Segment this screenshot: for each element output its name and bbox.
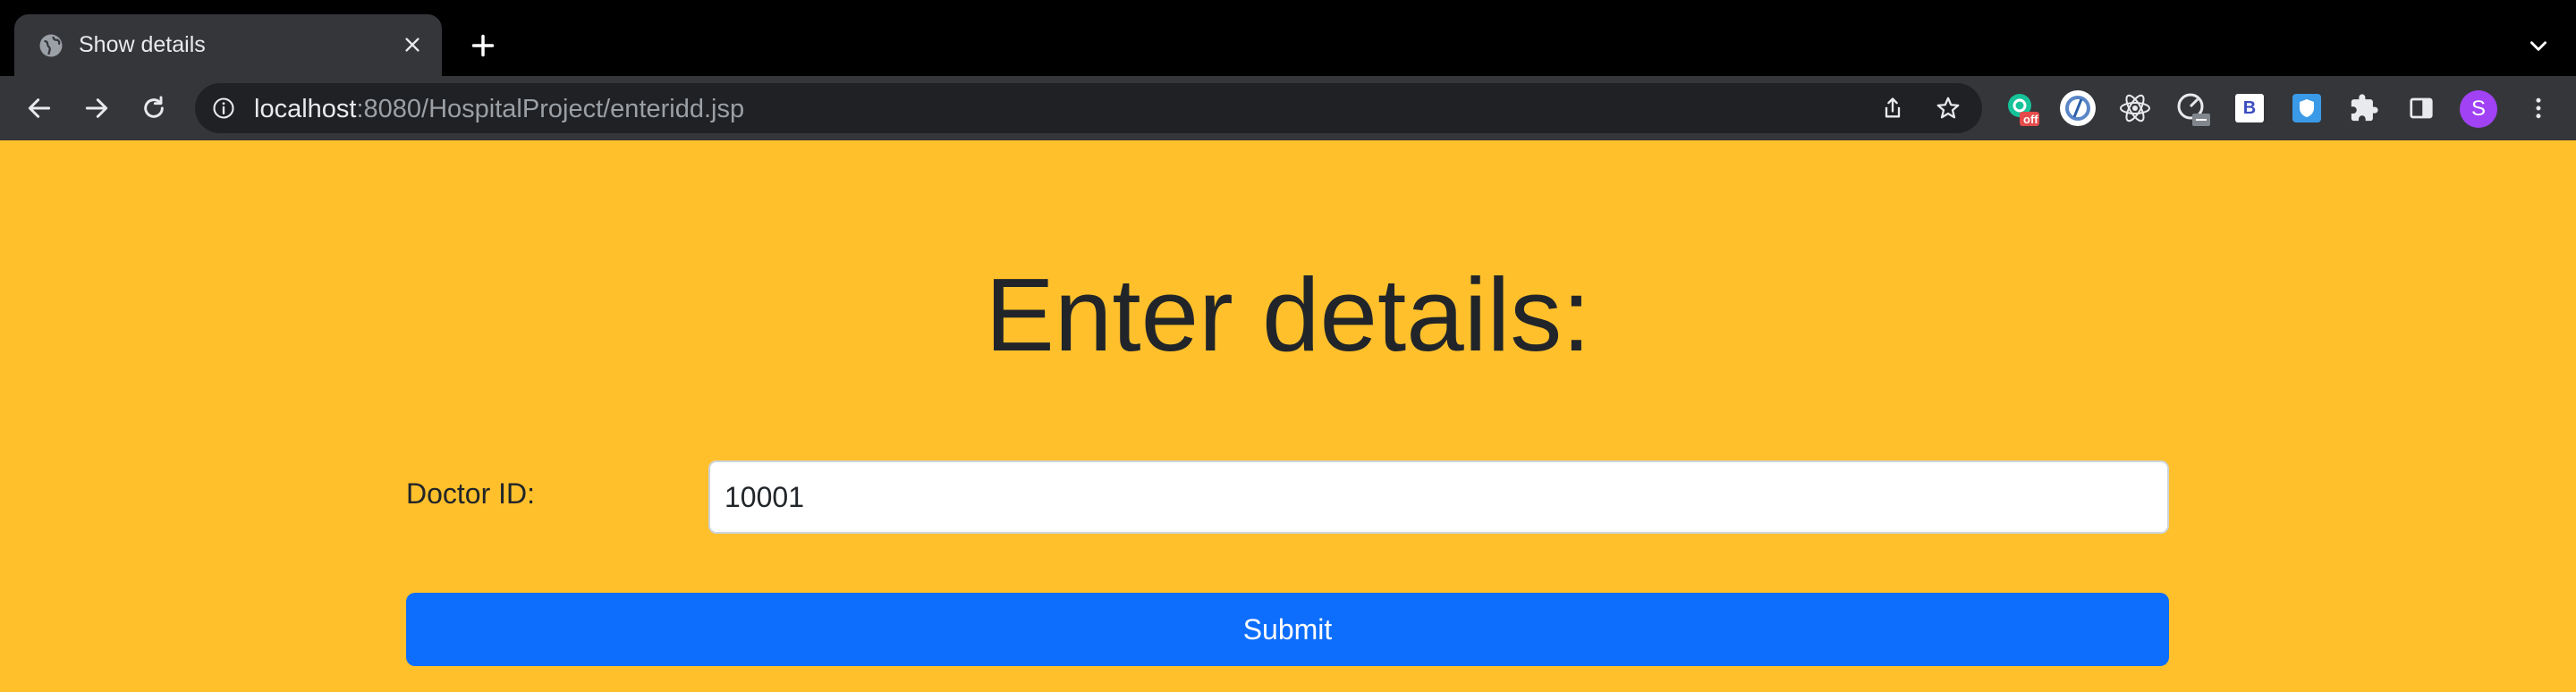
bookmark-star-icon[interactable] xyxy=(1934,94,1962,122)
side-panel-icon[interactable] xyxy=(2402,89,2441,128)
page-title: Enter details: xyxy=(985,257,1591,373)
back-icon[interactable] xyxy=(21,90,57,126)
doctor-id-label: Doctor ID: xyxy=(406,477,536,510)
reload-icon[interactable] xyxy=(136,90,172,126)
tab-title: Show details xyxy=(79,32,206,57)
close-tab-icon[interactable] xyxy=(397,30,428,60)
grammarly-off-badge: off xyxy=(2023,113,2038,126)
browser-toolbar: localhost:8080/HospitalProject/enteridd.… xyxy=(0,76,2576,140)
url-path: :8080/HospitalProject/enteridd.jsp xyxy=(356,95,745,123)
react-devtools-icon[interactable] xyxy=(2115,89,2155,128)
lighthouse-extension-icon[interactable] xyxy=(2173,89,2212,128)
tab-strip: Show details xyxy=(0,0,2576,76)
info-icon[interactable] xyxy=(211,96,236,121)
new-tab-icon[interactable] xyxy=(465,28,501,63)
globe-icon xyxy=(39,34,63,57)
forward-icon[interactable] xyxy=(79,90,114,126)
puzzle-extensions-icon[interactable] xyxy=(2344,89,2384,128)
b-extension-label: B xyxy=(2235,94,2264,122)
shield-extension-icon[interactable] xyxy=(2287,89,2326,128)
share-icon[interactable] xyxy=(1878,94,1907,122)
address-bar[interactable]: localhost:8080/HospitalProject/enteridd.… xyxy=(195,83,1982,133)
grammarly-extension-icon[interactable]: off xyxy=(2002,89,2041,128)
chevron-down-icon[interactable] xyxy=(2522,30,2555,62)
submit-button[interactable]: Submit xyxy=(406,593,2169,666)
url-host: localhost xyxy=(254,95,357,123)
circular-extension-icon[interactable] xyxy=(2058,89,2097,128)
more-menu-icon[interactable] xyxy=(2521,90,2556,126)
browser-tab[interactable]: Show details xyxy=(14,14,442,76)
page-content: Enter details: Doctor ID: Submit xyxy=(0,140,2576,692)
url-text[interactable]: localhost:8080/HospitalProject/enteridd.… xyxy=(254,94,744,124)
b-extension-icon[interactable]: B xyxy=(2230,89,2269,128)
profile-avatar[interactable]: S xyxy=(2460,90,2497,128)
doctor-id-input[interactable] xyxy=(708,460,2169,534)
